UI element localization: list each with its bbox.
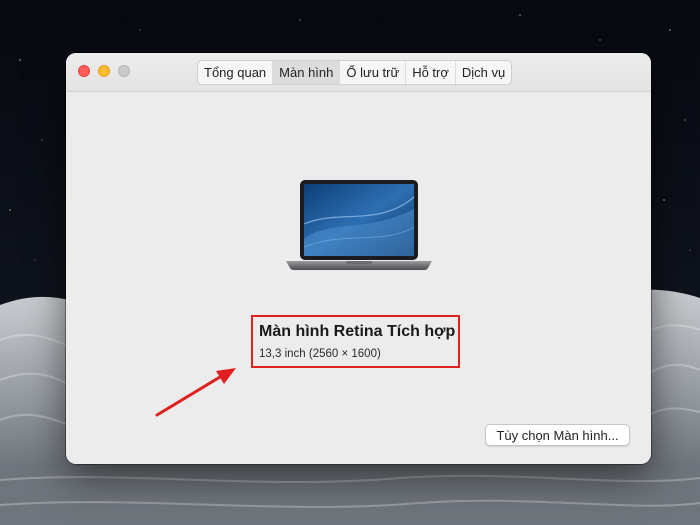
- display-name: Màn hình Retina Tích hợp: [259, 323, 456, 340]
- minimize-button[interactable]: [98, 65, 110, 77]
- tab-support[interactable]: Hỗ trợ: [406, 61, 456, 84]
- tab-overview[interactable]: Tổng quan: [198, 61, 274, 84]
- tab-storage[interactable]: Ổ lưu trữ: [340, 61, 407, 84]
- tab-service[interactable]: Dịch vụ: [456, 61, 511, 84]
- display-size: 13,3 inch (2560 × 1600): [259, 348, 381, 360]
- display-options-button[interactable]: Tùy chọn Màn hình...: [485, 424, 630, 446]
- title-bar: Tổng quan Màn hình Ổ lưu trữ Hỗ trợ Dịch…: [66, 53, 651, 92]
- zoom-button: [118, 65, 130, 77]
- tab-displays[interactable]: Màn hình: [273, 61, 341, 84]
- tab-bar: Tổng quan Màn hình Ổ lưu trữ Hỗ trợ Dịch…: [197, 60, 513, 85]
- close-button[interactable]: [78, 65, 90, 77]
- laptop-icon: [286, 180, 432, 270]
- annotation-arrow-icon: [155, 368, 236, 417]
